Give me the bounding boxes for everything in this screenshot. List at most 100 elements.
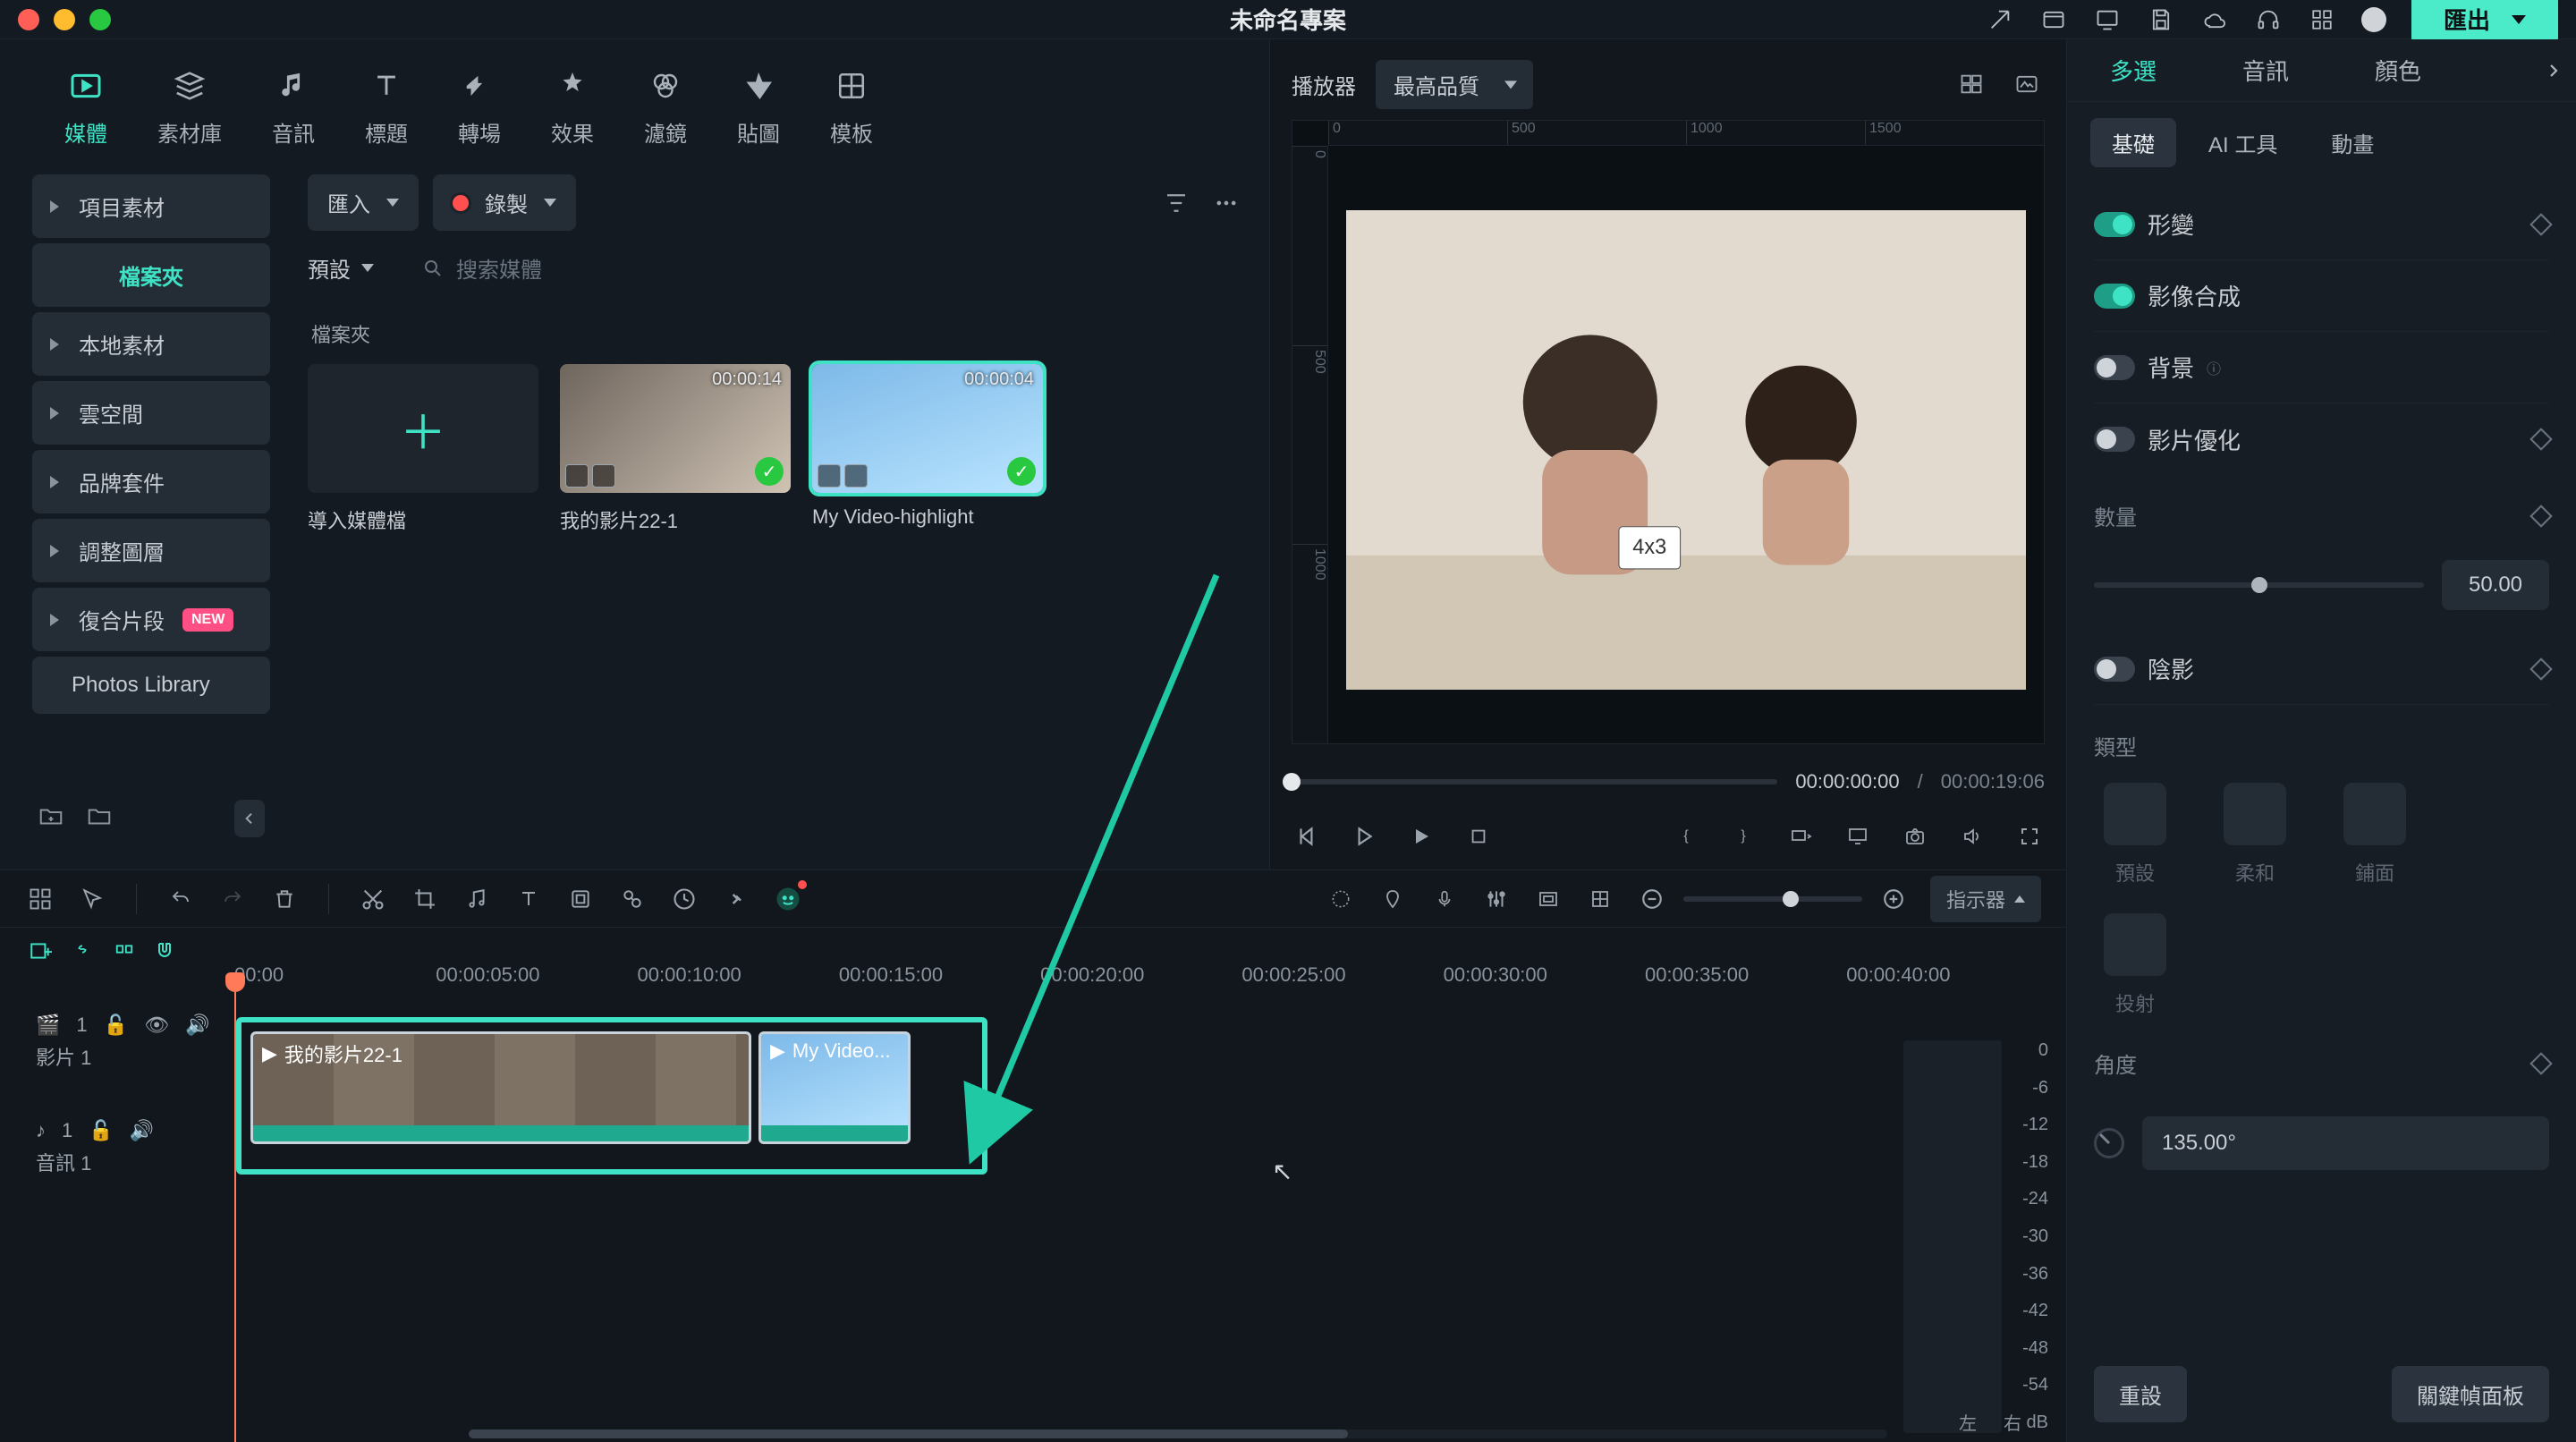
angle-value[interactable]: 135.00°	[2142, 1116, 2549, 1170]
share-icon[interactable]	[1986, 5, 2014, 34]
import-dropdown[interactable]: 匯入	[308, 174, 419, 231]
shadow-type-soft[interactable]: 柔和	[2214, 783, 2296, 886]
play-button[interactable]	[1406, 821, 1436, 852]
ribbon-effects[interactable]: 效果	[551, 66, 594, 148]
preview-scrubber[interactable]	[1292, 779, 1777, 785]
volume-button[interactable]	[1957, 821, 1987, 852]
link-tool[interactable]	[617, 884, 648, 914]
sidebar-cloud[interactable]: 雲空間	[32, 381, 270, 445]
music-tool[interactable]	[462, 884, 492, 914]
sidebar-compound[interactable]: 復合片段NEW	[32, 588, 270, 651]
sidebar-photos-library[interactable]: Photos Library	[32, 657, 270, 714]
text-tool[interactable]	[513, 884, 544, 914]
speed-tool[interactable]	[669, 884, 699, 914]
ribbon-titles[interactable]: 標題	[365, 66, 408, 148]
monitor-icon[interactable]	[2093, 5, 2122, 34]
ribbon-templates[interactable]: 模板	[830, 66, 873, 148]
ribbon-stickers[interactable]: 貼圖	[737, 66, 780, 148]
marker-tool[interactable]	[1377, 884, 1408, 914]
mask-tool[interactable]	[565, 884, 596, 914]
undo-button[interactable]	[165, 884, 196, 914]
zoom-in-button[interactable]	[1878, 884, 1909, 914]
select-tool[interactable]	[77, 884, 107, 914]
subtab-ai[interactable]: AI 工具	[2187, 118, 2299, 167]
more-tools[interactable]	[721, 884, 751, 914]
link-track-icon[interactable]	[70, 939, 95, 967]
reset-button[interactable]: 重設	[2094, 1366, 2187, 1422]
prev-frame-button[interactable]	[1292, 821, 1322, 852]
keyframe-panel-button[interactable]: 關鍵幀面板	[2392, 1366, 2549, 1422]
sidebar-local[interactable]: 本地素材	[32, 312, 270, 376]
more-icon[interactable]	[1208, 185, 1244, 221]
headphones-icon[interactable]	[2254, 5, 2283, 34]
ai-tool[interactable]	[773, 884, 803, 914]
keyframe-icon[interactable]	[2529, 657, 2552, 680]
ribbon-stock[interactable]: 素材庫	[157, 66, 222, 148]
quality-dropdown[interactable]: 最高品質	[1376, 60, 1533, 109]
frame-tool[interactable]	[1533, 884, 1563, 914]
timeline-scrollbar[interactable]	[469, 1429, 1887, 1438]
indicator-dropdown[interactable]: 指示器	[1930, 876, 2041, 922]
toggle-optimize[interactable]	[2094, 427, 2135, 452]
snapshot-button[interactable]	[1900, 821, 1930, 852]
toggle-background[interactable]	[2094, 355, 2135, 380]
lock-icon[interactable]: 🔓	[104, 1014, 128, 1037]
view-grid-icon[interactable]	[1953, 66, 1989, 102]
zoom-window[interactable]	[89, 9, 111, 30]
record-dropdown[interactable]: 錄製	[433, 174, 576, 231]
keyframe-icon[interactable]	[2529, 428, 2552, 450]
tabs-more-icon[interactable]	[2531, 58, 2576, 83]
selected-clips[interactable]: ▶我的影片22-1 ▶My Video...	[236, 1017, 987, 1175]
fullscreen-button[interactable]	[2014, 821, 2045, 852]
angle-dial[interactable]	[2094, 1128, 2124, 1158]
timeline-tracks[interactable]: ▶我的影片22-1 ▶My Video... ↖	[234, 978, 2066, 1442]
tab-audio[interactable]: 音訊	[2199, 39, 2332, 101]
folder-icon[interactable]	[86, 803, 113, 835]
collapse-sidebar-button[interactable]	[234, 800, 265, 837]
preview-canvas[interactable]: 050010001500 05001000 4x3	[1292, 120, 2045, 744]
shadow-type-fill[interactable]: 鋪面	[2334, 783, 2416, 886]
audio-track-icon[interactable]: ♪	[36, 1119, 46, 1142]
audio-mixer-tool[interactable]	[1481, 884, 1512, 914]
video-track-icon[interactable]: 🎬	[36, 1014, 60, 1037]
keyframe-icon[interactable]	[2529, 505, 2552, 527]
subtab-basic[interactable]: 基礎	[2090, 118, 2176, 167]
sidebar-adjust[interactable]: 調整圖層	[32, 519, 270, 582]
magnet-icon[interactable]	[154, 939, 175, 967]
clip-2[interactable]: ▶My Video...	[758, 1031, 911, 1144]
sidebar-project-assets[interactable]: 項目素材	[32, 174, 270, 238]
tab-multi-select[interactable]: 多選	[2067, 39, 2199, 101]
media-icon[interactable]	[2039, 5, 2068, 34]
eye-icon[interactable]: 👁	[144, 1014, 169, 1037]
toggle-compose[interactable]	[2094, 284, 2135, 309]
grid-icon[interactable]	[2308, 5, 2336, 34]
speaker-icon[interactable]: 🔊	[185, 1014, 209, 1037]
minimize-window[interactable]	[54, 9, 75, 30]
marker-dot-icon[interactable]	[1326, 884, 1356, 914]
close-window[interactable]	[18, 9, 39, 30]
keyframe-icon[interactable]	[2529, 1052, 2552, 1074]
ribbon-audio[interactable]: 音訊	[272, 66, 315, 148]
delete-button[interactable]	[269, 884, 300, 914]
crop-button[interactable]	[410, 884, 440, 914]
avatar[interactable]	[2361, 7, 2386, 32]
cloud-icon[interactable]	[2200, 5, 2229, 34]
sort-dropdown[interactable]: 預設	[308, 252, 374, 284]
add-track-icon[interactable]	[29, 939, 52, 967]
speaker-icon[interactable]: 🔊	[130, 1119, 154, 1142]
toggle-shadow[interactable]	[2094, 657, 2135, 682]
redo-button[interactable]	[217, 884, 248, 914]
ribbon-filters[interactable]: 濾鏡	[644, 66, 687, 148]
sidebar-brand[interactable]: 品牌套件	[32, 450, 270, 513]
mark-in-button[interactable]: {	[1671, 821, 1701, 852]
subtab-anim[interactable]: 動畫	[2309, 118, 2395, 167]
filter-icon[interactable]	[1158, 185, 1194, 221]
display-button[interactable]	[1843, 821, 1873, 852]
mic-tool[interactable]	[1429, 884, 1460, 914]
ripple-icon[interactable]	[113, 939, 136, 967]
shadow-type-cast[interactable]: 投射	[2094, 913, 2176, 1017]
play-pause-button[interactable]	[1349, 821, 1379, 852]
tab-color[interactable]: 顏色	[2332, 39, 2464, 101]
search-input[interactable]: 搜索媒體	[401, 252, 1244, 284]
scope-icon[interactable]	[2009, 66, 2045, 102]
